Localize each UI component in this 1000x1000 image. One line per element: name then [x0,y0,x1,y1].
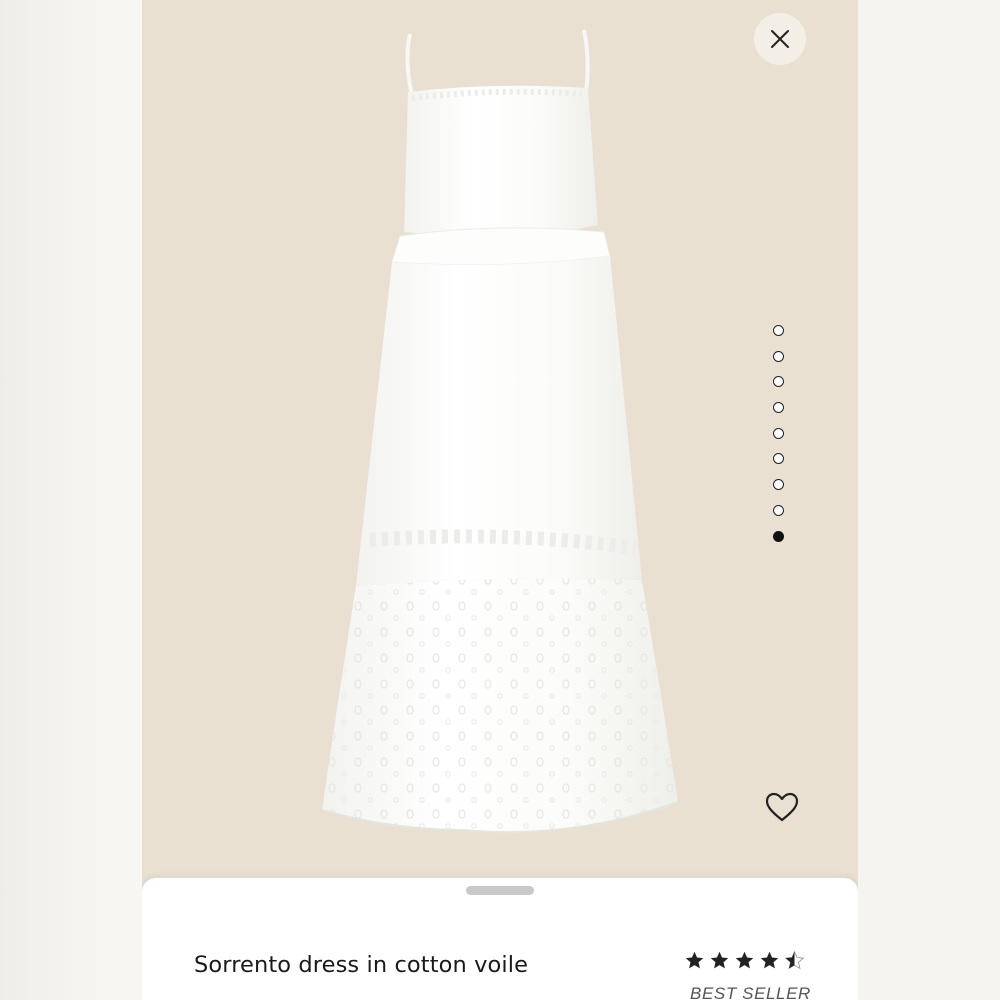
product-image[interactable] [142,0,858,880]
star-icon [735,951,754,969]
pagination-dot[interactable] [773,376,784,388]
pagination-dot[interactable] [773,453,784,465]
star-icon [710,951,729,969]
product-title: Sorrento dress in cotton voile [194,952,529,978]
star-icon [760,951,779,969]
favorite-button[interactable] [762,787,802,827]
pagination-dot[interactable] [773,325,784,336]
best-seller-badge: BEST SELLER [690,984,811,1000]
star-rating[interactable] [684,950,809,972]
product-quickview: Sorrento dress in cotton voile BEST SELL… [142,0,858,1000]
star-icon [685,951,704,969]
image-pagination [773,325,785,556]
pagination-dot[interactable] [773,402,784,414]
pagination-dot-active[interactable] [773,530,784,542]
sheet-drag-handle[interactable] [466,886,534,895]
pagination-dot[interactable] [773,504,784,516]
pagination-dot[interactable] [773,427,784,439]
close-button[interactable] [754,13,806,65]
star-half-icon [784,950,805,970]
pagination-dot[interactable] [773,479,784,491]
product-info-sheet: Sorrento dress in cotton voile BEST SELL… [142,878,858,1000]
pagination-dot[interactable] [773,350,784,362]
heart-outline-icon [765,792,799,822]
close-icon [771,30,789,48]
